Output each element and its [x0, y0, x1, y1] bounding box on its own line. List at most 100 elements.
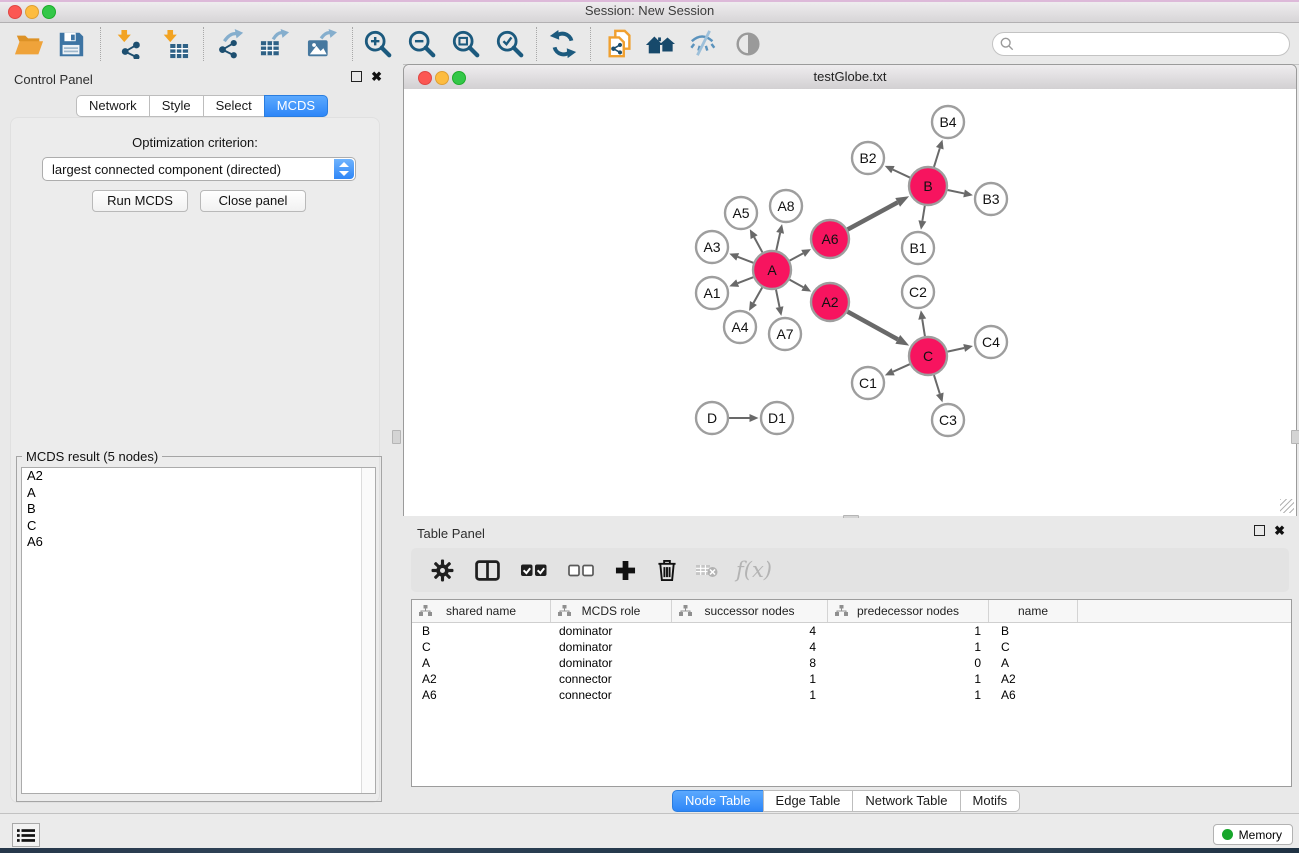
memory-button[interactable]: Memory — [1213, 824, 1293, 845]
right-divider-handle[interactable] — [1291, 430, 1299, 444]
table-row[interactable]: Adominator80A — [412, 655, 1291, 671]
scrollbar-track[interactable] — [361, 468, 375, 793]
network-canvas[interactable]: AA1A2A3A4A5A6A7A8BB1B2B3B4CC1C2C3C4DD1 — [404, 89, 1296, 516]
column-header-successor-nodes[interactable]: successor nodes — [672, 600, 828, 622]
export-network-icon[interactable] — [215, 29, 245, 59]
column-header-shared-name[interactable]: shared name — [412, 600, 551, 622]
criterion-select[interactable]: largest connected component (directed) — [42, 157, 356, 181]
gear-icon[interactable] — [431, 559, 454, 582]
window-titlebar: Session: New Session — [0, 0, 1299, 23]
delete-table-icon[interactable] — [696, 562, 719, 578]
edge-A-A8[interactable] — [776, 233, 780, 251]
arrowhead-icon — [918, 220, 926, 230]
edge-A-A5[interactable] — [754, 237, 762, 252]
zoom-selected-icon[interactable] — [495, 29, 525, 59]
tab-select[interactable]: Select — [203, 95, 265, 117]
list-icon — [17, 828, 35, 843]
search-input[interactable] — [1019, 34, 1283, 54]
node-label-C4: C4 — [982, 334, 1000, 350]
edge-A-A2[interactable] — [790, 280, 804, 288]
edge-A-A3[interactable] — [738, 257, 754, 263]
show-graphics-details-icon[interactable] — [733, 29, 763, 59]
zoom-fit-icon[interactable] — [451, 29, 481, 59]
column-header-predecessor-nodes[interactable]: predecessor nodes — [828, 600, 989, 622]
import-network-icon[interactable] — [113, 29, 143, 59]
run-mcds-button[interactable]: Run MCDS — [92, 190, 188, 212]
edge-A2-C[interactable] — [848, 312, 898, 340]
export-image-icon[interactable] — [307, 29, 337, 59]
function-builder-icon[interactable]: f(x) — [736, 558, 772, 582]
edge-C-C1[interactable] — [893, 364, 910, 372]
tab-network[interactable]: Network — [76, 95, 150, 117]
new-network-from-selection-icon[interactable] — [605, 29, 635, 59]
arrowhead-icon — [776, 224, 784, 234]
edge-A6-B[interactable] — [848, 202, 898, 229]
tab-mcds[interactable]: MCDS — [264, 95, 328, 117]
result-list-item[interactable]: A — [22, 485, 375, 502]
result-list-item[interactable]: A2 — [22, 468, 375, 485]
edge-B-B3[interactable] — [948, 190, 964, 193]
result-list-item[interactable]: A6 — [22, 534, 375, 551]
split-view-icon[interactable] — [475, 560, 500, 581]
edge-A-A1[interactable] — [738, 277, 754, 283]
arrowhead-icon — [963, 190, 973, 198]
tab-node-table[interactable]: Node Table — [672, 790, 764, 812]
select-all-columns-icon[interactable] — [521, 562, 547, 578]
edge-B-B2[interactable] — [893, 170, 910, 178]
save-session-icon[interactable] — [56, 29, 86, 59]
tab-motifs[interactable]: Motifs — [960, 790, 1021, 812]
edge-A-A6[interactable] — [790, 253, 803, 260]
column-header-mcds-role[interactable]: MCDS role — [551, 600, 672, 622]
table-row[interactable]: Bdominator41B — [412, 623, 1291, 639]
task-history-button[interactable] — [12, 823, 40, 847]
close-panel-icon[interactable]: ✖ — [371, 71, 382, 82]
zoom-in-icon[interactable] — [363, 29, 393, 59]
column-header-name[interactable]: name — [989, 600, 1078, 622]
table-cell: C — [412, 639, 551, 655]
trash-icon[interactable] — [657, 559, 677, 582]
table-row[interactable]: A6connector11A6 — [412, 687, 1291, 703]
node-label-B4: B4 — [939, 114, 956, 130]
table-cell: 8 — [672, 655, 828, 671]
edge-B-B1[interactable] — [922, 206, 924, 221]
deselect-all-columns-icon[interactable] — [568, 562, 594, 578]
edge-A-A7[interactable] — [776, 290, 780, 307]
zoom-out-icon[interactable] — [407, 29, 437, 59]
edge-C-C2[interactable] — [922, 319, 925, 336]
table-cell: 4 — [672, 639, 828, 655]
edge-C-C3[interactable] — [934, 375, 940, 394]
table-row[interactable]: A2connector11A2 — [412, 671, 1291, 687]
close-panel-button[interactable]: Close panel — [200, 190, 306, 212]
float-panel-icon[interactable] — [351, 71, 362, 82]
control-panel-title: Control Panel — [14, 72, 93, 87]
float-table-panel-icon[interactable] — [1254, 525, 1265, 536]
network-window-titlebar[interactable]: testGlobe.txt — [404, 65, 1296, 90]
mcds-result-list[interactable]: A2ABCA6 — [21, 467, 376, 794]
hide-selected-icon[interactable] — [689, 29, 719, 59]
open-session-icon[interactable] — [14, 29, 44, 59]
tab-style[interactable]: Style — [149, 95, 204, 117]
arrowhead-icon — [963, 344, 973, 352]
divider-handle[interactable] — [392, 430, 401, 444]
vertical-split-divider[interactable] — [390, 64, 403, 813]
table-row[interactable]: Cdominator41C — [412, 639, 1291, 655]
add-column-icon[interactable] — [615, 560, 636, 581]
search-field[interactable] — [992, 32, 1290, 56]
network-graph[interactable]: AA1A2A3A4A5A6A7A8BB1B2B3B4CC1C2C3C4DD1 — [404, 89, 1296, 516]
close-table-panel-icon[interactable]: ✖ — [1274, 525, 1285, 536]
result-list-item[interactable]: B — [22, 501, 375, 518]
export-table-icon[interactable] — [260, 29, 290, 59]
tab-edge-table[interactable]: Edge Table — [763, 790, 854, 812]
edge-C-C4[interactable] — [948, 348, 965, 352]
import-table-icon[interactable] — [159, 29, 189, 59]
desktop-background-strip — [0, 848, 1299, 853]
first-neighbors-icon[interactable] — [645, 29, 675, 59]
edge-A-A4[interactable] — [753, 287, 762, 303]
refresh-layout-icon[interactable] — [548, 29, 578, 59]
tab-network-table[interactable]: Network Table — [852, 790, 960, 812]
table-cell: B — [989, 623, 1078, 639]
resize-grip-icon[interactable] — [1280, 499, 1294, 513]
node-label-C: C — [923, 348, 933, 364]
result-list-item[interactable]: C — [22, 518, 375, 535]
edge-B-B4[interactable] — [934, 148, 940, 167]
